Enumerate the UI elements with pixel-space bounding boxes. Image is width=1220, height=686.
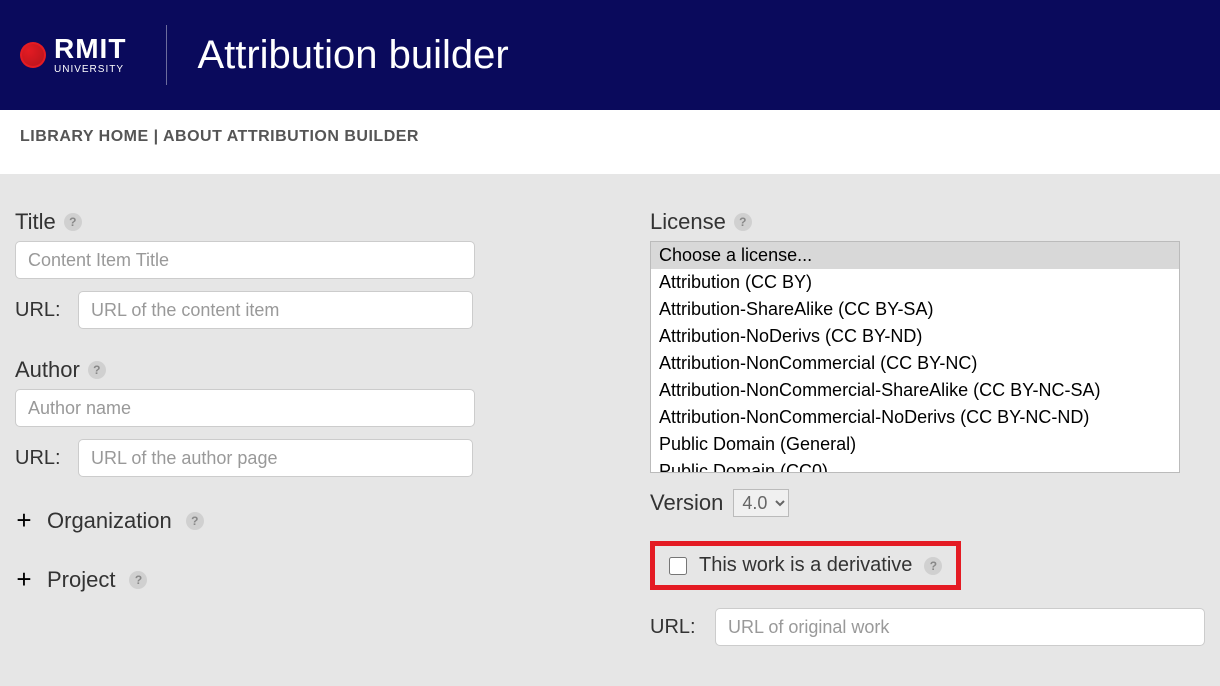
organization-expand[interactable]: + Organization ? [15, 505, 570, 536]
author-section: Author ? URL: [15, 357, 570, 477]
author-url-input[interactable] [78, 439, 473, 477]
author-input[interactable] [15, 389, 475, 427]
logo[interactable]: RMIT UNIVERSITY [20, 35, 126, 75]
title-url-input[interactable] [78, 291, 473, 329]
license-option[interactable]: Attribution-NonCommercial-ShareAlike (CC… [651, 377, 1179, 404]
derivative-label: This work is a derivative [699, 554, 912, 577]
license-option[interactable]: Attribution (CC BY) [651, 269, 1179, 296]
derivative-url-input[interactable] [715, 608, 1205, 646]
help-icon[interactable]: ? [186, 512, 204, 530]
title-section: Title ? URL: [15, 209, 570, 329]
version-row: Version 4.0 [650, 489, 1205, 517]
project-label: Project [47, 567, 115, 593]
title-input[interactable] [15, 241, 475, 279]
plus-icon[interactable]: + [15, 564, 33, 595]
app-header: RMIT UNIVERSITY Attribution builder [0, 0, 1220, 110]
logo-icon [20, 42, 46, 68]
derivative-checkbox-box: This work is a derivative ? [650, 541, 961, 590]
author-label-row: Author ? [15, 357, 570, 383]
license-option[interactable]: Attribution-ShareAlike (CC BY-SA) [651, 296, 1179, 323]
license-option[interactable]: Attribution-NonCommercial-NoDerivs (CC B… [651, 404, 1179, 431]
license-select[interactable]: Choose a license...Attribution (CC BY)At… [650, 241, 1180, 473]
url-label: URL: [15, 299, 70, 322]
left-column: Title ? URL: Author ? URL: + Organizatio… [15, 209, 570, 646]
derivative-checkbox[interactable] [669, 557, 687, 575]
title-url-row: URL: [15, 291, 570, 329]
derivative-url-row: URL: [650, 608, 1205, 646]
title-label-row: Title ? [15, 209, 570, 235]
author-url-row: URL: [15, 439, 570, 477]
license-label: License [650, 209, 726, 235]
organization-label: Organization [47, 508, 172, 534]
page-title: Attribution builder [197, 33, 508, 78]
license-option[interactable]: Public Domain (CC0) [651, 458, 1179, 473]
help-icon[interactable]: ? [924, 557, 942, 575]
author-label: Author [15, 357, 80, 383]
title-label: Title [15, 209, 56, 235]
project-expand[interactable]: + Project ? [15, 564, 570, 595]
url-label: URL: [15, 447, 70, 470]
license-option[interactable]: Attribution-NonCommercial (CC BY-NC) [651, 350, 1179, 377]
url-label: URL: [650, 616, 705, 639]
logo-name: RMIT [54, 35, 126, 63]
license-option[interactable]: Public Domain (General) [651, 431, 1179, 458]
form-area: Title ? URL: Author ? URL: + Organizatio… [0, 174, 1220, 686]
logo-text: RMIT UNIVERSITY [54, 35, 126, 75]
help-icon[interactable]: ? [88, 361, 106, 379]
breadcrumb-separator: | [149, 128, 163, 145]
license-option[interactable]: Attribution-NoDerivs (CC BY-ND) [651, 323, 1179, 350]
license-label-row: License ? [650, 209, 1205, 235]
header-divider [166, 25, 167, 85]
breadcrumb-about-link[interactable]: ABOUT ATTRIBUTION BUILDER [163, 128, 419, 145]
license-option[interactable]: Choose a license... [651, 242, 1179, 269]
help-icon[interactable]: ? [734, 213, 752, 231]
version-select[interactable]: 4.0 [733, 489, 789, 517]
breadcrumb: LIBRARY HOME | ABOUT ATTRIBUTION BUILDER [0, 110, 1220, 164]
help-icon[interactable]: ? [64, 213, 82, 231]
help-icon[interactable]: ? [129, 571, 147, 589]
version-label: Version [650, 490, 723, 516]
plus-icon[interactable]: + [15, 505, 33, 536]
breadcrumb-home-link[interactable]: LIBRARY HOME [20, 128, 149, 145]
logo-sub: UNIVERSITY [54, 65, 126, 75]
right-column: License ? Choose a license...Attribution… [650, 209, 1205, 646]
